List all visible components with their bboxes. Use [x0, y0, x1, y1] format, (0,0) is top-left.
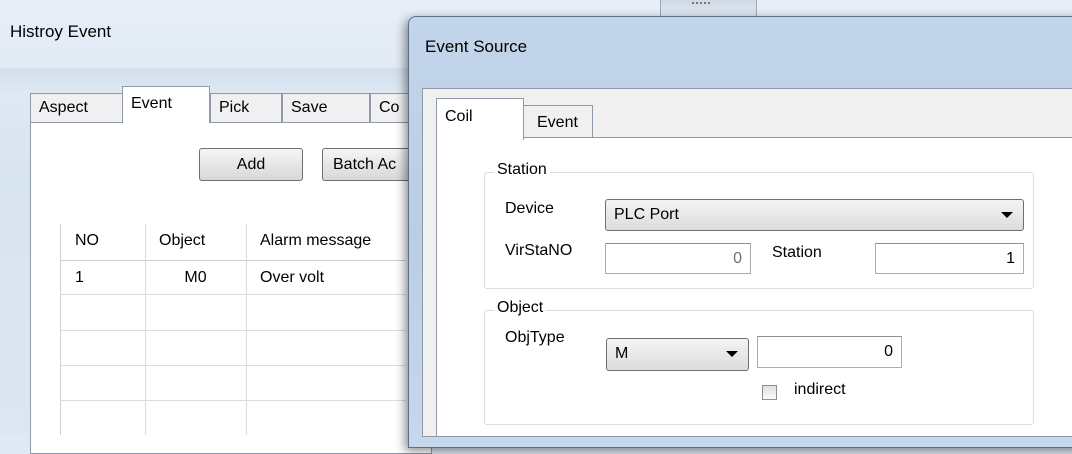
grid-row-divider	[61, 400, 406, 401]
device-value: PLC Port	[614, 206, 679, 223]
tab-pick[interactable]: Pick	[210, 93, 282, 122]
column-header-no[interactable]: NO	[61, 232, 99, 250]
column-header-object[interactable]: Object	[145, 232, 205, 250]
chevron-down-icon	[726, 351, 738, 357]
object-group-label: Object	[494, 299, 547, 317]
batch-add-button[interactable]: Batch Ac	[322, 148, 422, 181]
add-button[interactable]: Add	[199, 148, 303, 181]
background-blur	[0, 68, 420, 94]
indirect-checkbox[interactable]	[762, 385, 777, 400]
window-title: Histroy Event	[10, 22, 112, 41]
objtype-value: M	[615, 345, 629, 362]
objtype-label: ObjType	[505, 329, 565, 346]
row-alarm-message: Over volt	[260, 269, 325, 286]
grid-row-divider	[61, 294, 406, 295]
indirect-label: indirect	[794, 381, 846, 398]
chevron-down-icon	[1001, 212, 1013, 218]
grid-header: NO Object Alarm message	[61, 224, 406, 261]
virstano-label: VirStaNO	[505, 242, 573, 259]
tab-save[interactable]: Save	[282, 93, 370, 122]
station-input[interactable]: 1	[875, 243, 1024, 274]
row-no: 1	[75, 269, 84, 286]
column-header-alarm-message[interactable]: Alarm message	[246, 232, 371, 250]
objtype-dropdown[interactable]: M	[606, 338, 749, 371]
tab-event[interactable]: Event	[122, 86, 210, 123]
tab-co[interactable]: Co	[370, 93, 410, 122]
window-control-icon	[692, 2, 710, 8]
dialog-title: Event Source	[425, 37, 528, 56]
row-object: M0	[184, 269, 207, 286]
object-address-input[interactable]: 0	[757, 336, 902, 368]
device-label: Device	[505, 200, 554, 217]
station-group-label: Station	[494, 161, 550, 179]
virstano-input[interactable]: 0	[605, 243, 751, 274]
grid-row-divider	[61, 365, 406, 366]
tab-coil[interactable]: Coil	[436, 98, 524, 140]
tab-event-source-event[interactable]: Event	[523, 105, 593, 137]
device-dropdown[interactable]: PLC Port	[605, 199, 1024, 231]
station-label: Station	[772, 244, 822, 261]
grid-row-divider	[61, 330, 406, 331]
tab-aspect[interactable]: Aspect	[30, 93, 124, 122]
event-grid: NO Object Alarm message 1 M0 Over volt	[60, 224, 406, 435]
